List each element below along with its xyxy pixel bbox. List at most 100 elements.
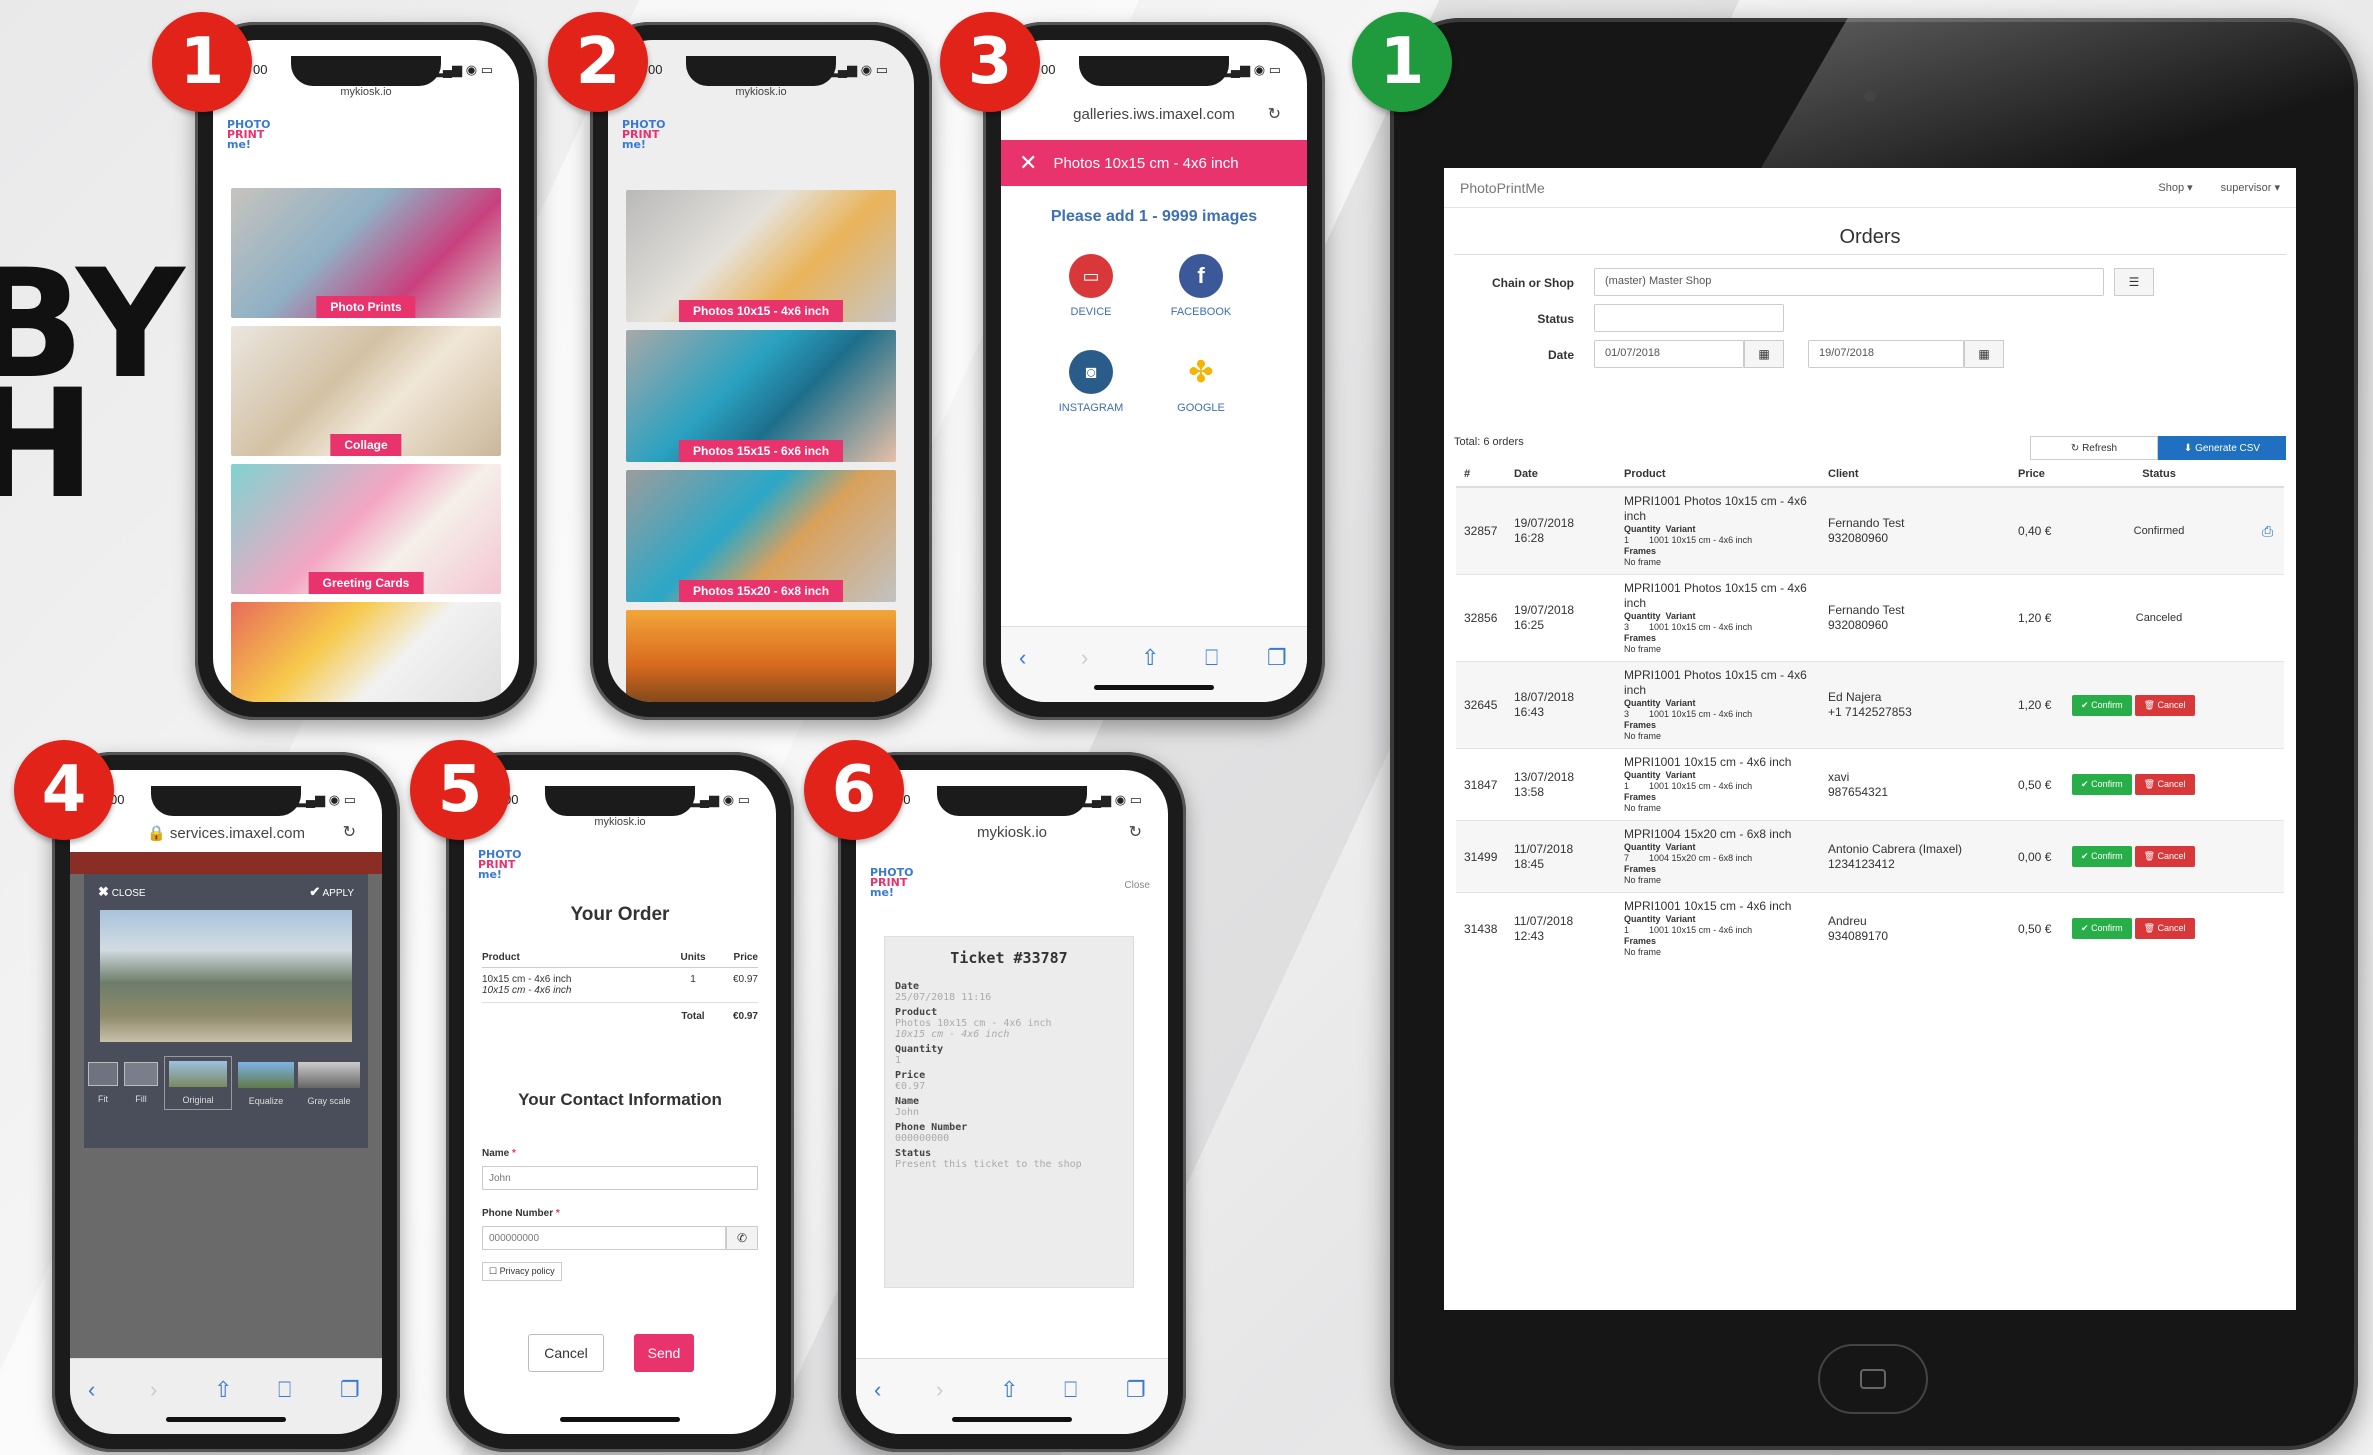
close-icon: ✖	[98, 884, 109, 899]
phone-2: 00 ▂▄▆ ◉ ▭ mykiosk.io PHOTO PRINT me! Phot…	[590, 22, 932, 720]
ticket-field-value: 10x15 cm - 4x6 inch	[895, 1029, 1010, 1040]
hero-text-line-2: H	[0, 358, 96, 532]
tile-greeting-cards[interactable]: Greeting Cards	[231, 464, 501, 594]
url-bar[interactable]: mykiosk.io	[856, 824, 1168, 841]
ticket: Ticket #33787 Date 25/07/2018 11:16 Produc…	[884, 936, 1134, 1288]
monitor-icon: ▭	[1069, 254, 1113, 298]
tile-photo-prints[interactable]: Photo Prints	[231, 188, 501, 318]
tabs-icon[interactable]: ❐	[1267, 645, 1287, 671]
image-icon	[88, 1062, 118, 1086]
order-product: MPRI1001 Photos 10x15 cm - 4x6 inch Quant…	[1616, 486, 1820, 575]
tile-photos-panorama[interactable]	[626, 610, 896, 702]
photoprintme-logo[interactable]: PHOTO PRINT me!	[622, 119, 665, 150]
photoprintme-logo[interactable]: PHOTO PRINT me!	[870, 867, 913, 898]
tile-collage[interactable]: Collage	[231, 326, 501, 456]
generate-csv-button[interactable]: ⬇ Generate CSV	[2158, 436, 2286, 460]
url-bar[interactable]: mykiosk.io	[608, 86, 914, 98]
forward-icon[interactable]: ›	[1081, 645, 1088, 671]
back-icon[interactable]: ‹	[1019, 645, 1026, 671]
close-icon[interactable]: ✕	[1019, 150, 1037, 176]
filter-equalize[interactable]: Equalize	[238, 1062, 294, 1106]
order-price: 1,20 €	[2010, 574, 2064, 662]
cancel-button[interactable]: Cancel	[528, 1334, 604, 1372]
url-bar[interactable]: mykiosk.io	[213, 86, 519, 98]
filter-original[interactable]: Original	[164, 1056, 232, 1110]
close-link[interactable]: Close	[1124, 880, 1150, 891]
print-icon[interactable]: ⎙	[2254, 486, 2284, 575]
col-header: Status	[2064, 462, 2254, 488]
reload-icon[interactable]: ↻	[1129, 822, 1142, 842]
shop-menu[interactable]: Shop ▾	[2158, 181, 2192, 194]
forward-icon[interactable]: ›	[150, 1377, 157, 1403]
date-to-input[interactable]: 19/07/2018	[1808, 340, 1964, 368]
order-id[interactable]: 31438	[1456, 892, 1506, 964]
reload-icon[interactable]: ↻	[1268, 104, 1281, 124]
chain-shop-select[interactable]: (master) Master Shop	[1594, 268, 2104, 296]
share-icon[interactable]: ⇧	[1141, 645, 1159, 671]
tile-photos-15x15[interactable]: Photos 15x15 - 6x6 inch	[626, 330, 896, 462]
privacy-policy-checkbox[interactable]: ☐ Privacy policy	[482, 1262, 562, 1281]
cancel-order-button[interactable]: 🗑 Cancel	[2134, 846, 2195, 867]
editor-close-button[interactable]: ✖ CLOSE	[98, 884, 146, 900]
source-google[interactable]: ✤ GOOGLE	[1155, 350, 1247, 415]
tabs-icon[interactable]: ❐	[340, 1377, 360, 1403]
phone-field[interactable]	[482, 1226, 726, 1250]
cancel-order-button[interactable]: 🗑 Cancel	[2134, 774, 2195, 795]
bookmarks-icon[interactable]: ⎕	[1064, 1377, 1077, 1403]
calendar-icon[interactable]: ▦	[1964, 340, 2004, 368]
url-bar[interactable]: galleries.iws.imaxel.com	[1001, 106, 1307, 123]
ticket-field-value: John	[895, 1107, 920, 1118]
brand[interactable]: PhotoPrintMe	[1460, 180, 1545, 196]
status-select[interactable]	[1594, 304, 1784, 332]
confirm-button[interactable]: ✔ Confirm	[2072, 774, 2132, 795]
col-header: Product	[1616, 462, 1820, 488]
photoprintme-logo[interactable]: PHOTO PRINT me!	[227, 119, 270, 150]
step-badge-2: 2	[548, 12, 648, 112]
cancel-order-button[interactable]: 🗑 Cancel	[2134, 918, 2195, 939]
name-field[interactable]	[482, 1166, 758, 1190]
tile-calendar[interactable]	[231, 602, 501, 702]
tile-photos-15x20[interactable]: Photos 15x20 - 6x8 inch	[626, 470, 896, 602]
cancel-order-button[interactable]: 🗑 Cancel	[2134, 694, 2195, 716]
order-id[interactable]: 32856	[1456, 574, 1506, 662]
url-bar[interactable]: mykiosk.io	[464, 816, 776, 828]
order-id[interactable]: 31847	[1456, 748, 1506, 821]
order-id[interactable]: 31499	[1456, 820, 1506, 893]
order-date: 19/07/2018 16:28	[1506, 486, 1616, 575]
refresh-button[interactable]: ↻ Refresh	[2030, 436, 2158, 460]
filter-gray-scale[interactable]: Gray scale	[298, 1062, 360, 1106]
source-device[interactable]: ▭ DEVICE	[1045, 254, 1137, 318]
send-button[interactable]: Send	[634, 1334, 694, 1372]
share-icon[interactable]: ⇧	[1000, 1377, 1018, 1403]
confirm-button[interactable]: ✔ Confirm	[2072, 846, 2132, 867]
url-bar[interactable]: 🔒 services.imaxel.com	[70, 824, 382, 842]
tabs-icon[interactable]: ❐	[1126, 1377, 1146, 1403]
bookmarks-icon[interactable]: ⎕	[278, 1377, 291, 1403]
tile-photos-10x15[interactable]: Photos 10x15 - 4x6 inch	[626, 190, 896, 322]
source-facebook[interactable]: f FACEBOOK	[1155, 254, 1247, 318]
order-id[interactable]: 32645	[1456, 661, 1506, 749]
date-from-input[interactable]: 01/07/2018	[1594, 340, 1744, 368]
order-actions: ✔ Confirm 🗑 Cancel	[2064, 661, 2254, 749]
source-instagram[interactable]: ◙ INSTAGRAM	[1045, 350, 1137, 414]
order-id[interactable]: 32857	[1456, 486, 1506, 575]
calendar-icon[interactable]: ▦	[1744, 340, 1784, 368]
filter-fill[interactable]: Fill	[124, 1062, 158, 1104]
back-icon[interactable]: ‹	[88, 1377, 95, 1403]
name-label: Name *	[482, 1148, 516, 1159]
confirm-button[interactable]: ✔ Confirm	[2072, 694, 2132, 716]
photoprintme-logo[interactable]: PHOTO PRINT me!	[478, 849, 521, 880]
filter-fit[interactable]: Fit	[88, 1062, 118, 1104]
share-icon[interactable]: ⇧	[214, 1377, 232, 1403]
reload-icon[interactable]: ↻	[343, 822, 356, 842]
title-divider	[1454, 254, 2286, 255]
list-icon[interactable]: ☰	[2114, 268, 2154, 296]
back-icon[interactable]: ‹	[874, 1377, 881, 1403]
bookmarks-icon[interactable]: ⎕	[1205, 645, 1218, 671]
home-button[interactable]	[1818, 1344, 1928, 1414]
admin-navbar: PhotoPrintMe Shop ▾ supervisor ▾	[1444, 168, 2296, 208]
confirm-button[interactable]: ✔ Confirm	[2072, 918, 2132, 939]
editor-apply-button[interactable]: ✔ APPLY	[309, 884, 354, 900]
forward-icon[interactable]: ›	[936, 1377, 943, 1403]
user-menu[interactable]: supervisor ▾	[2221, 181, 2280, 194]
